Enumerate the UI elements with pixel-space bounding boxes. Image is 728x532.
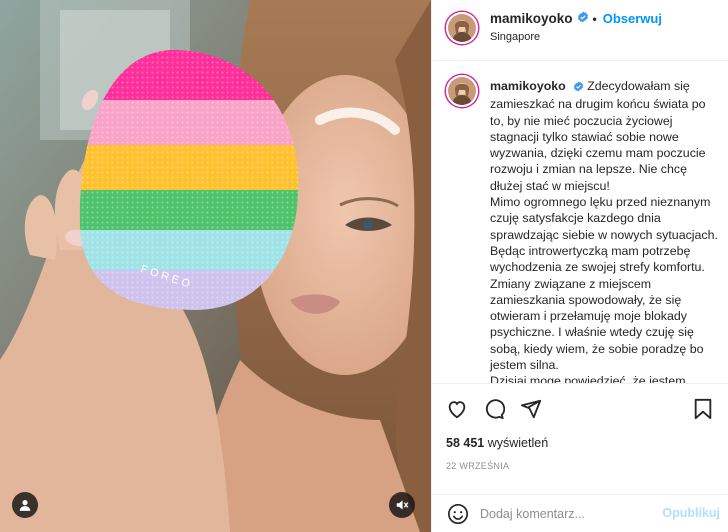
speaker-muted-icon[interactable] [389,492,415,518]
action-bar [444,396,718,426]
separator-dot: • [592,11,597,26]
views-count[interactable]: 58 451 wyświetleń [446,436,548,450]
location-link[interactable]: Singapore [490,31,540,43]
views-number: 58 451 [446,436,485,450]
bookmark-icon[interactable] [690,396,716,422]
caption-text: mamikoyoko Zdecydowałam się zamieszkać n… [490,78,718,384]
avatar[interactable] [446,12,478,44]
post-photo: FOREO [0,0,431,532]
post-side-panel: mamikoyoko • Obserwuj Singapore mamikoyo… [431,0,728,532]
post-media[interactable]: FOREO [0,0,431,532]
post-date[interactable]: 22 WRZEŚNIA [446,461,509,471]
user-tag-icon[interactable] [12,492,38,518]
verified-badge-icon [577,11,589,26]
smiley-icon[interactable] [447,503,469,525]
username[interactable]: mamikoyoko [490,11,573,26]
caption-body: Zdecydowałam się zamieszkać na drugim ko… [490,79,718,384]
publish-button[interactable]: Opublikuj [662,506,720,520]
views-label: wyświetleń [487,436,549,450]
post-header: mamikoyoko • Obserwuj Singapore [432,0,728,61]
verified-badge-icon [573,80,584,96]
heart-icon[interactable] [444,396,470,422]
paper-plane-icon[interactable] [518,396,544,422]
caption-username[interactable]: mamikoyoko [490,79,566,93]
caption-section: mamikoyoko Zdecydowałam się zamieszkać n… [432,62,728,384]
comment-input[interactable] [480,503,660,525]
caption-avatar[interactable] [446,75,478,107]
comment-bar: Opublikuj [432,494,728,532]
comment-bubble-icon[interactable] [481,396,507,422]
follow-button[interactable]: Obserwuj [603,11,662,26]
